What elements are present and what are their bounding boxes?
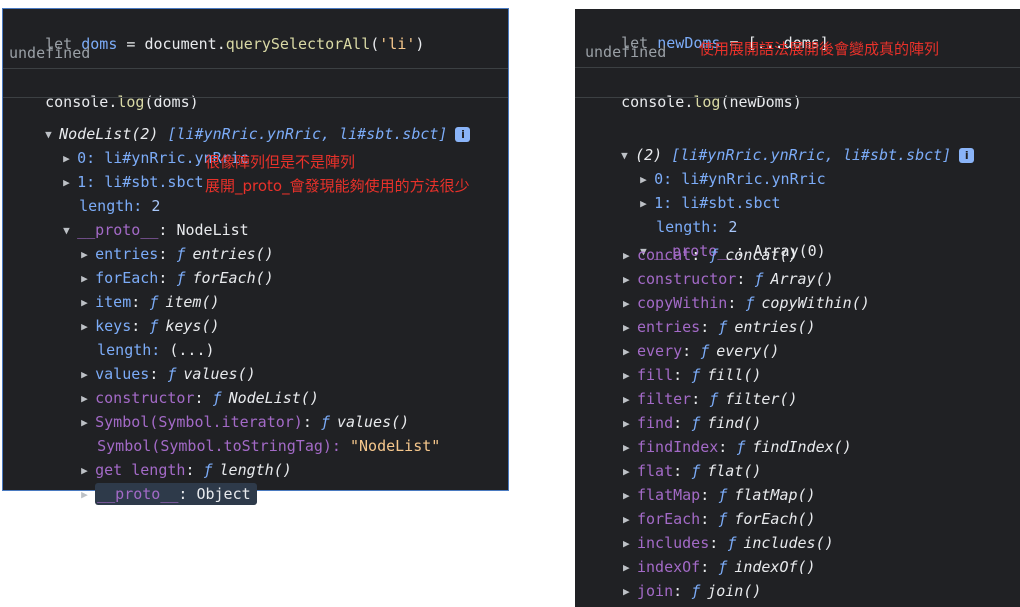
array-header[interactable]: ▼ (2) [li#ynRric.ynRric, li#sbt.sbct] i [585,125,975,164]
triangle-right-icon[interactable]: ▶ [623,438,637,458]
nodelist-header[interactable]: ▼ NodeList(2) [li#ynRric.ynRric, li#sbt.s… [9,104,471,143]
triangle-right-icon[interactable]: ▶ [623,342,637,362]
triangle-right-icon[interactable]: ▶ [623,270,637,290]
command-line-doms[interactable]: let doms = document.querySelectorAll('li… [9,14,424,53]
array-method-concat[interactable]: ▶ concat: ƒ concat() [623,245,798,265]
array-method-foreach[interactable]: ▶ forEach: ƒ forEach() [623,509,816,529]
triangle-right-icon[interactable]: ▶ [623,558,637,578]
triangle-right-icon[interactable]: ▶ [623,462,637,482]
undefined-result: undefined [9,44,91,62]
triangle-right-icon[interactable]: ▶ [623,390,637,410]
proto-method-keys[interactable]: ▶ keys: ƒ keys() [45,296,219,335]
command-line-newdoms[interactable]: let newDoms = [...doms] [585,13,829,52]
annotation-spread-array: 使用展開語法展開後會變成真的陣列 [699,40,940,58]
array-method-includes[interactable]: ▶ includes: ƒ includes() [623,533,834,553]
array-method-indexof[interactable]: ▶ indexOf: ƒ indexOf() [623,557,816,577]
array-proto[interactable]: ▼ __proto__: Array(0) [604,221,826,260]
command-line-log[interactable]: console.log(newDoms) [585,72,802,111]
nodelist-item-1[interactable]: ▶ 1: li#sbt.sbct [27,152,203,191]
right-console-panel: let newDoms = [...doms] undefined 使用展開語法… [575,9,1020,607]
triangle-right-icon[interactable]: ▶ [623,510,637,530]
proto-method-entries[interactable]: ▶ entries: ƒ entries() [45,224,274,263]
left-console-panel: let doms = document.querySelectorAll('li… [2,8,509,505]
array-method-find[interactable]: ▶ find: ƒ find() [623,413,761,433]
array-method-constructor[interactable]: ▶ constructor: ƒ Array() [623,269,834,289]
proto-constructor[interactable]: ▶ constructor: ƒ NodeList() [45,368,319,407]
info-badge-icon[interactable]: i [959,148,975,163]
divider [3,97,508,98]
triangle-right-icon[interactable]: ▶ [623,318,637,338]
proto-method-item[interactable]: ▶ item: ƒ item() [45,272,219,311]
triangle-right-icon[interactable]: ▶ [623,294,637,314]
triangle-right-icon[interactable]: ▶ [623,366,637,386]
proto-symbol-iterator[interactable]: ▶ Symbol(Symbol.iterator): ƒ values() [45,392,409,431]
array-method-flat[interactable]: ▶ flat: ƒ flat() [623,461,761,481]
proto-symbol-tostringtag: Symbol(Symbol.toStringTag): "NodeList" [97,437,441,455]
triangle-right-icon[interactable]: ▶ [81,485,95,505]
proto-proto-object[interactable]: ▶ __proto__: Object [45,464,257,505]
divider [575,67,1020,68]
annotation-not-array: 很像陣列但是不是陣列 [205,153,356,171]
array-method-entries[interactable]: ▶ entries: ƒ entries() [623,317,816,337]
nodelist-length: length: 2 [79,197,161,215]
proto-get-length[interactable]: ▶ get length: ƒ length() [45,440,292,479]
array-method-copywithin[interactable]: ▶ copyWithin: ƒ copyWithin() [623,293,870,313]
triangle-right-icon[interactable]: ▶ [623,582,637,602]
proto-length-getter[interactable]: length: (...) [61,320,214,359]
array-length: length: 2 [656,218,738,236]
triangle-right-icon[interactable]: ▶ [623,414,637,434]
divider [3,68,508,69]
array-method-flatmap[interactable]: ▶ flatMap: ƒ flatMap() [623,485,816,505]
info-badge-icon[interactable]: i [455,127,471,142]
divider [575,97,1020,98]
nodelist-item-0[interactable]: ▶ 0: li#ynRric.ynRric [27,128,249,167]
array-item-0[interactable]: ▶ 0: li#ynRric.ynRric [604,149,826,188]
annotation-few-methods: 展開_proto_會發現能夠使用的方法很少 [205,177,470,195]
proto-method-values[interactable]: ▶ values: ƒ values() [45,344,256,383]
proto-method-foreach[interactable]: ▶ forEach: ƒ forEach() [45,248,274,287]
command-line-log[interactable]: console.log(doms) [9,72,199,111]
array-method-findindex[interactable]: ▶ findIndex: ƒ findIndex() [623,437,852,457]
array-method-every[interactable]: ▶ every: ƒ every() [623,341,779,361]
array-item-1[interactable]: ▶ 1: li#sbt.sbct [604,173,780,212]
array-method-fill[interactable]: ▶ fill: ƒ fill() [623,365,761,385]
undefined-result: undefined [585,43,667,61]
triangle-right-icon[interactable]: ▶ [623,534,637,554]
triangle-right-icon[interactable]: ▶ [623,486,637,506]
array-method-join[interactable]: ▶ join: ƒ join() [623,581,761,601]
array-method-filter[interactable]: ▶ filter: ƒ filter() [623,389,798,409]
nodelist-proto[interactable]: ▼ __proto__: NodeList [27,200,249,239]
triangle-right-icon[interactable]: ▶ [623,246,637,266]
